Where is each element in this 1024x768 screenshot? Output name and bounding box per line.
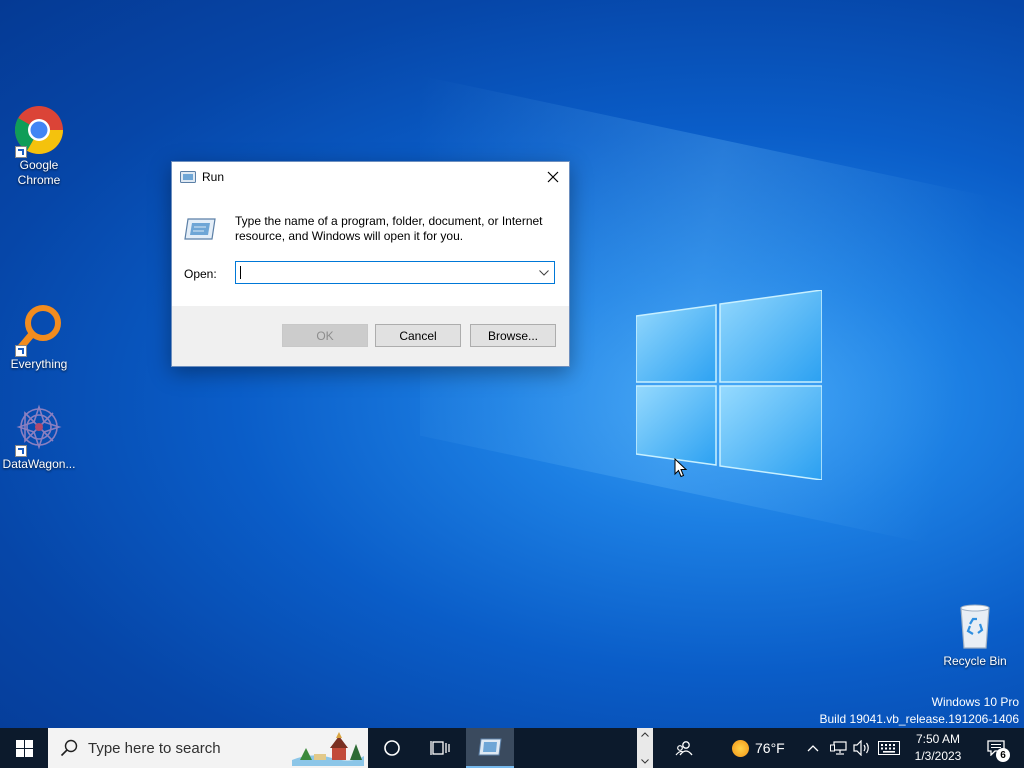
run-program-icon — [184, 218, 216, 240]
search-icon — [60, 739, 78, 757]
keyboard-icon[interactable] — [878, 741, 900, 755]
network-icon[interactable] — [830, 740, 848, 756]
start-button[interactable] — [0, 728, 48, 768]
run-description: Type the name of a program, folder, docu… — [235, 214, 543, 243]
run-dialog: Run Type the name of a program, folder, … — [171, 161, 570, 367]
chevron-down-icon[interactable] — [641, 759, 649, 764]
cortana-icon — [384, 740, 400, 756]
run-title: Run — [202, 170, 225, 184]
taskbar: Type here to search 76°F 7:50 AM 1/3/202… — [0, 728, 1024, 768]
taskbar-search-box[interactable]: Type here to search — [48, 728, 368, 768]
taskbar-clock[interactable]: 7:50 AM 1/3/2023 — [906, 731, 970, 765]
datawagon-icon — [13, 403, 65, 457]
taskbar-run-app[interactable] — [466, 728, 514, 768]
desktop-icon-label: DataWagon... — [2, 457, 76, 471]
shortcut-arrow-icon — [15, 445, 27, 457]
run-dialog-footer: OK Cancel Browse... — [172, 306, 569, 366]
watermark-build: Build 19041.vb_release.191206-1406 — [819, 712, 1020, 726]
chevron-up-icon[interactable] — [807, 744, 819, 752]
people-button[interactable] — [660, 728, 708, 768]
close-icon — [547, 171, 559, 183]
desktop-icon-label: Google Chrome — [17, 158, 61, 187]
weather-widget[interactable]: 76°F — [732, 728, 785, 768]
close-button[interactable] — [537, 162, 569, 192]
windows-version-watermark: Windows 10 Pro Build 19041.vb_release.19… — [820, 694, 1020, 728]
task-view-icon — [430, 741, 450, 755]
open-input[interactable] — [236, 262, 540, 283]
run-icon — [180, 171, 196, 183]
people-icon — [675, 741, 693, 756]
everything-search-icon — [13, 303, 65, 357]
desktop-icon-datawagon[interactable]: DataWagon... — [1, 403, 77, 472]
ok-button[interactable]: OK — [282, 324, 368, 347]
task-view-button[interactable] — [416, 728, 464, 768]
cortana-button[interactable] — [368, 728, 416, 768]
volume-icon[interactable] — [853, 740, 871, 756]
open-label: Open: — [184, 267, 217, 281]
desktop-icon-label: Recycle Bin — [943, 654, 1007, 668]
shortcut-arrow-icon — [15, 345, 27, 357]
mouse-cursor-icon — [674, 458, 688, 478]
open-combobox[interactable] — [235, 261, 555, 284]
desktop-icon-label: Everything — [10, 357, 68, 371]
clock-time: 7:50 AM — [915, 732, 961, 746]
notification-count-badge: 6 — [996, 748, 1010, 762]
weather-temperature: 76°F — [755, 740, 785, 756]
chrome-icon — [13, 104, 65, 158]
chevron-down-icon[interactable] — [536, 265, 552, 281]
desktop: Google Chrome Everything DataWagon... Re… — [0, 0, 1024, 728]
desktop-icon-everything[interactable]: Everything — [1, 303, 77, 372]
taskbar-scroll[interactable] — [637, 728, 653, 768]
chevron-up-icon[interactable] — [641, 732, 649, 737]
cancel-button[interactable]: Cancel — [375, 324, 461, 347]
sun-icon — [732, 739, 749, 757]
search-placeholder: Type here to search — [88, 740, 221, 757]
browse-button[interactable]: Browse... — [470, 324, 556, 347]
clock-date: 1/3/2023 — [914, 749, 962, 763]
desktop-icon-chrome[interactable]: Google Chrome — [1, 104, 77, 188]
windows-logo-wallpaper — [636, 290, 822, 480]
desktop-icon-recycle-bin[interactable]: Recycle Bin — [937, 600, 1013, 669]
action-center-button[interactable]: 6 — [972, 728, 1020, 768]
run-titlebar[interactable]: Run — [172, 162, 569, 192]
recycle-bin-icon — [949, 600, 1001, 652]
search-highlight-art-icon — [292, 732, 364, 766]
text-caret — [240, 266, 241, 279]
watermark-edition: Windows 10 Pro — [931, 695, 1019, 709]
run-icon — [478, 738, 502, 756]
shortcut-arrow-icon — [15, 146, 27, 158]
windows-start-icon — [15, 739, 33, 757]
